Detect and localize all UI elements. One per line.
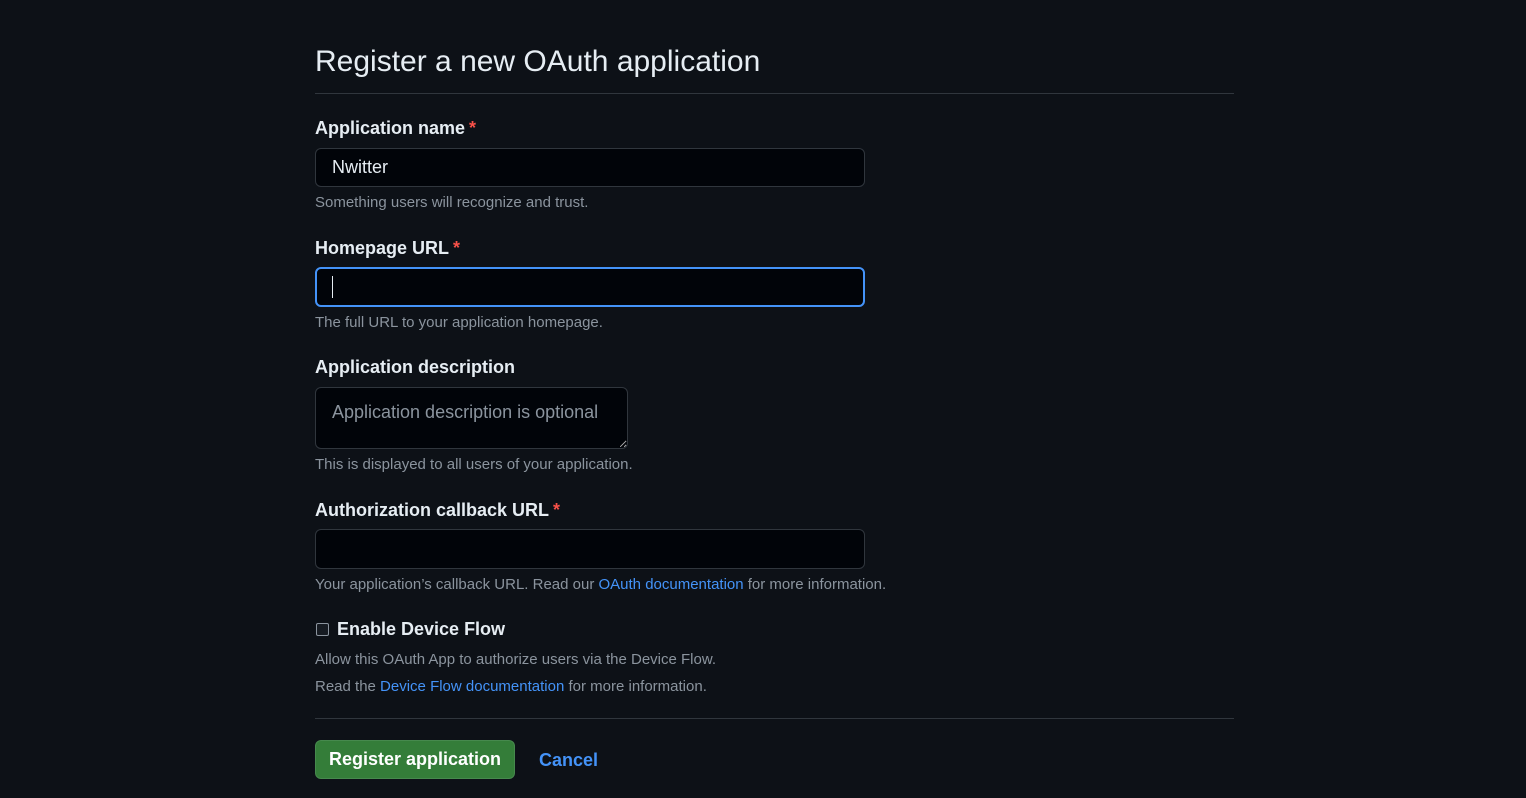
callback-url-note-suffix: for more information.: [743, 576, 887, 593]
device-flow-note-line1: Allow this OAuth App to authorize users …: [315, 651, 717, 668]
required-mark: *: [553, 500, 561, 520]
description-textarea[interactable]: [315, 387, 628, 449]
cancel-link[interactable]: Cancel: [539, 749, 598, 771]
app-name-note: Something users will recognize and trust…: [315, 194, 589, 211]
callback-url-note-prefix: Your application’s callback URL. Read ou…: [315, 576, 599, 593]
homepage-url-input[interactable]: [315, 267, 865, 307]
description-label-text: Application description: [315, 357, 516, 377]
title-divider: [315, 93, 1234, 94]
device-flow-note-suffix: for more information.: [564, 678, 707, 695]
device-flow-note-prefix: Read the: [315, 678, 381, 695]
required-mark: *: [469, 118, 477, 138]
device-flow-documentation-link[interactable]: Device Flow documentation: [380, 678, 564, 695]
callback-url-label-text: Authorization callback URL: [315, 500, 550, 520]
callback-url-label: Authorization callback URL *: [315, 499, 560, 521]
required-mark: *: [453, 238, 461, 258]
device-flow-note-line2: Read the Device Flow documentation for m…: [315, 677, 707, 697]
description-label: Application description: [315, 356, 515, 378]
page-title: Register a new OAuth application: [315, 45, 761, 78]
description-note: This is displayed to all users of your a…: [315, 456, 633, 473]
app-name-label: Application name *: [315, 117, 476, 139]
oauth-documentation-link[interactable]: OAuth documentation: [599, 576, 744, 593]
app-name-input[interactable]: [315, 148, 865, 187]
device-flow-checkbox[interactable]: [316, 622, 329, 636]
actions-divider: [315, 718, 1234, 719]
homepage-url-label: Homepage URL *: [315, 237, 460, 259]
device-flow-label[interactable]: Enable Device Flow: [337, 618, 505, 640]
register-application-button[interactable]: Register application: [315, 740, 515, 779]
device-flow-row: Enable Device Flow: [315, 618, 505, 640]
text-caret: [332, 276, 333, 298]
callback-url-note: Your application’s callback URL. Read ou…: [315, 575, 886, 595]
app-name-label-text: Application name: [315, 118, 466, 138]
homepage-url-note: The full URL to your application homepag…: [315, 314, 603, 331]
homepage-url-label-text: Homepage URL: [315, 238, 450, 258]
callback-url-input[interactable]: [315, 529, 865, 569]
